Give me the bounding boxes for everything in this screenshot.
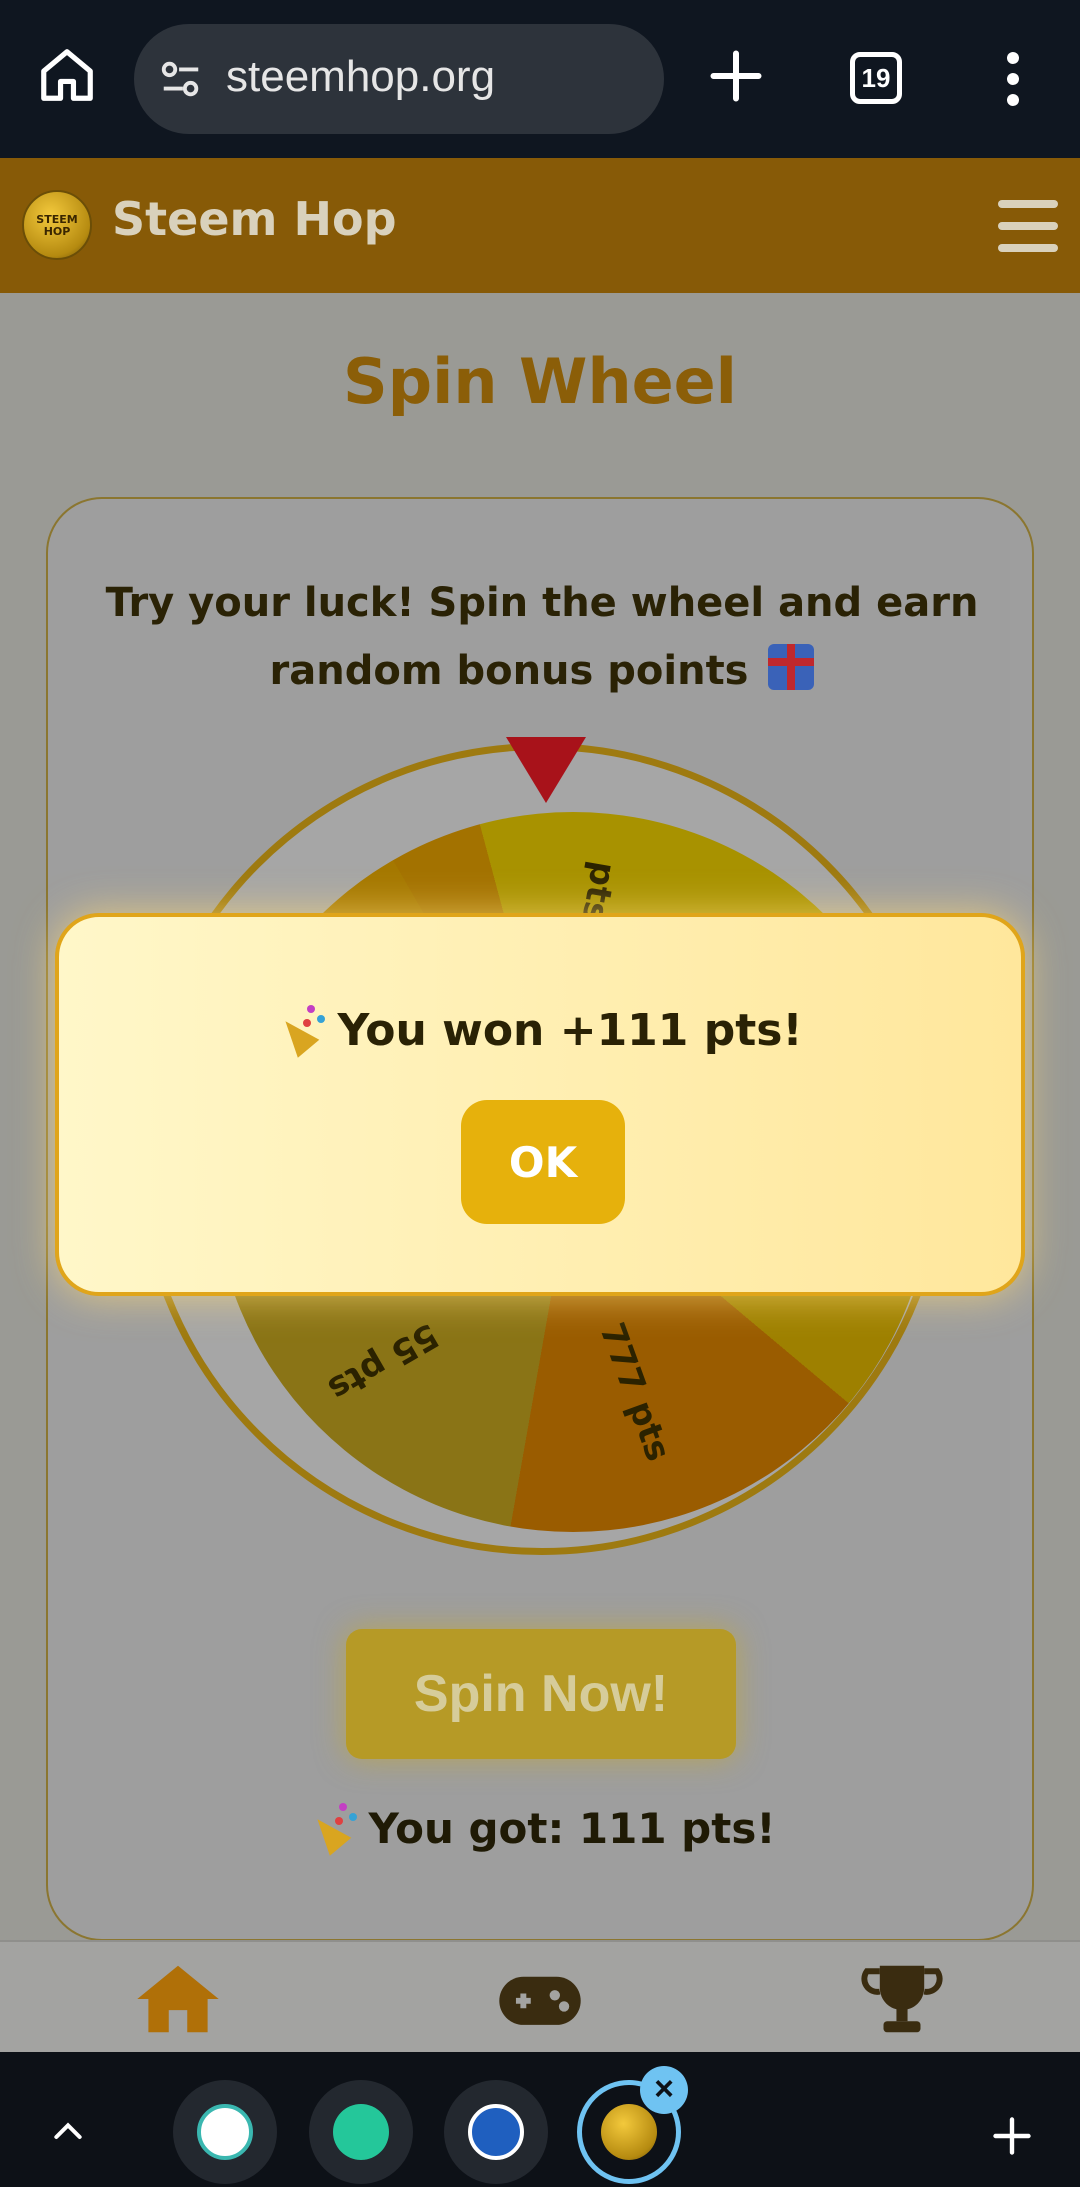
dolphin-icon: [468, 2104, 524, 2160]
win-modal: You won +111 pts! OK: [55, 913, 1025, 1296]
wheel-label-777: 777 pts: [591, 1317, 679, 1467]
gift-icon: [768, 644, 815, 690]
hamburger-menu-icon[interactable]: [998, 200, 1058, 252]
browser-menu-icon[interactable]: [998, 52, 1028, 106]
nav-leaderboard-button[interactable]: [857, 1962, 947, 2036]
wheel-pointer: [506, 737, 586, 803]
gamepad-icon: [499, 1976, 581, 2025]
logo-text-bottom: HOP: [43, 225, 71, 238]
steem-hop-favicon: [601, 2104, 657, 2160]
browser-toolbar: steemhop.org 19: [0, 0, 1080, 158]
site-header: STEEM HOP Steem Hop: [0, 158, 1080, 293]
new-tab-icon[interactable]: [706, 46, 766, 106]
address-bar[interactable]: steemhop.org: [134, 24, 664, 134]
party-popper-icon: [277, 1001, 329, 1053]
site-settings-icon[interactable]: [158, 56, 204, 102]
home-icon: [137, 1965, 219, 2033]
close-tab-icon[interactable]: ×: [640, 2066, 688, 2114]
tab-thumbnail[interactable]: [309, 2080, 413, 2184]
chat-bubble-icon: [333, 2104, 389, 2160]
nav-home-button[interactable]: [133, 1962, 223, 2036]
intro-text: Try your luck! Spin the wheel and earn r…: [105, 580, 979, 694]
waves-icon: [197, 2104, 253, 2160]
wheel-label-55: 55 pts: [321, 1314, 445, 1410]
tab-switcher-button[interactable]: 19: [850, 52, 902, 104]
ok-button[interactable]: OK: [461, 1100, 625, 1224]
tab-thumbnail[interactable]: [173, 2080, 277, 2184]
party-popper-icon: [309, 1799, 361, 1851]
spin-now-button[interactable]: Spin Now!: [346, 1629, 736, 1759]
bottom-nav: [0, 1940, 1080, 2052]
chevron-up-icon[interactable]: [48, 2112, 88, 2152]
trophy-icon: [861, 1965, 943, 2033]
modal-message: You won +111 pts!: [59, 1001, 1021, 1056]
site-title[interactable]: Steem Hop: [112, 192, 397, 246]
url-text: steemhop.org: [226, 52, 496, 101]
browser-tab-strip: [0, 2052, 1080, 2187]
site-logo[interactable]: STEEM HOP: [22, 190, 92, 260]
nav-games-button[interactable]: [495, 1962, 585, 2036]
home-icon[interactable]: [36, 44, 98, 106]
spin-result: You got: 111 pts!: [48, 1799, 1036, 1853]
add-tab-icon[interactable]: [990, 2114, 1034, 2158]
page-title: Spin Wheel: [343, 345, 737, 418]
tab-thumbnail[interactable]: [444, 2080, 548, 2184]
